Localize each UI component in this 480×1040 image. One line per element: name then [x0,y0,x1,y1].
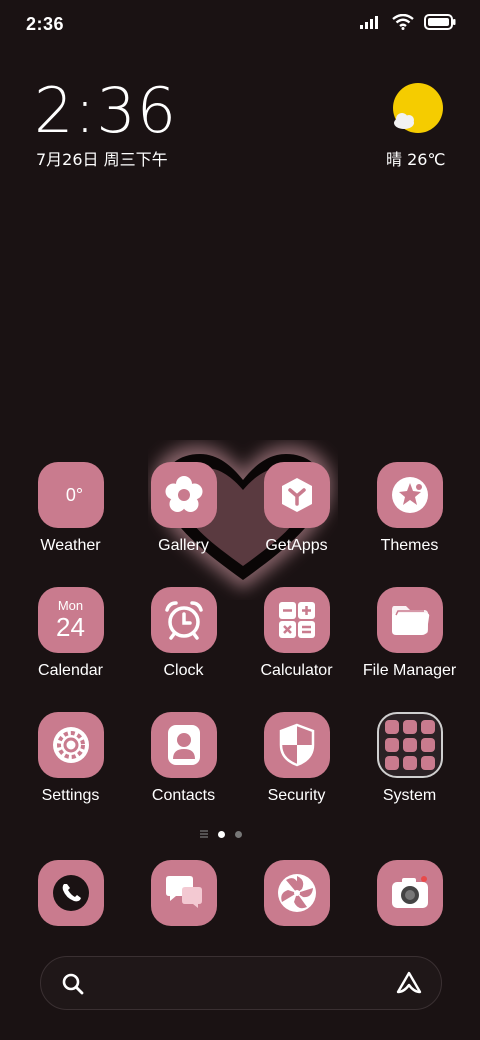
getapps-icon[interactable] [263,462,330,528]
app-label: Security [267,787,326,804]
search-icon[interactable] [61,972,85,996]
assistant-icon[interactable] [395,970,423,996]
app-label: Themes [380,537,439,554]
app-file-manager[interactable]: File Manager [353,587,466,680]
calculator-icon[interactable] [263,587,330,653]
dock-phone[interactable] [14,860,127,926]
page-indicator[interactable] [200,830,242,838]
app-label: System [382,787,437,804]
app-calculator[interactable]: Calculator [240,587,353,680]
app-contacts[interactable]: Contacts [127,712,240,805]
status-icons [360,14,456,30]
app-label: Clock [163,662,204,679]
app-label: Contacts [151,787,216,804]
app-label: Weather [40,537,101,554]
wifi-icon [392,14,414,30]
calendar-day: 24 [56,611,85,642]
app-label: Calculator [260,662,333,679]
dock-messages[interactable] [127,860,240,926]
app-clock[interactable]: Clock [127,587,240,680]
battery-icon [424,14,456,30]
app-label: Settings [41,787,100,804]
gear-icon[interactable] [37,712,104,778]
app-label: Calendar [38,662,103,679]
app-label: Gallery [158,537,209,554]
calendar-weekday: Mon [57,597,84,613]
alarm-clock-icon[interactable] [150,587,217,653]
app-gallery[interactable]: Gallery [127,462,240,555]
calendar-icon[interactable]: Mon 24 [37,587,104,653]
menu-lines-icon [200,830,208,838]
weather-app-icon[interactable]: 0° [37,462,104,528]
shield-icon[interactable] [263,712,330,778]
app-themes[interactable]: Themes [353,462,466,555]
app-getapps[interactable]: GetApps [240,462,353,555]
browser-icon[interactable] [263,860,330,926]
themes-icon[interactable] [376,462,443,528]
app-label: File Manager [362,662,457,679]
messages-icon[interactable] [150,860,217,926]
app-security[interactable]: Security [240,712,353,805]
phone-icon[interactable] [37,860,104,926]
folder-icon[interactable] [376,587,443,653]
dock-browser[interactable] [240,860,353,926]
page-dot [235,830,242,838]
dock-camera[interactable] [353,860,466,926]
folder-grid-icon[interactable] [376,712,443,778]
camera-icon[interactable] [376,860,443,926]
status-time: 2:36 [26,14,65,34]
sunny-cloud-icon[interactable] [390,82,446,138]
app-settings[interactable]: Settings [14,712,127,805]
clock-widget-time[interactable]: 2:36 [34,74,177,147]
weather-app-temp: 0° [65,484,84,505]
page-dot-active [218,830,225,838]
app-weather[interactable]: 0° Weather [14,462,127,555]
contact-icon[interactable] [150,712,217,778]
flower-icon[interactable] [150,462,217,528]
weather-widget-text: 晴 26℃ [386,150,446,169]
app-system-folder[interactable]: System [353,712,466,805]
search-bar[interactable] [40,956,442,1010]
clock-widget-date: 7月26日 周三下午 [36,150,168,169]
app-calendar[interactable]: Mon 24 Calendar [14,587,127,680]
app-label: GetApps [265,537,328,554]
signal-icon [360,16,378,29]
